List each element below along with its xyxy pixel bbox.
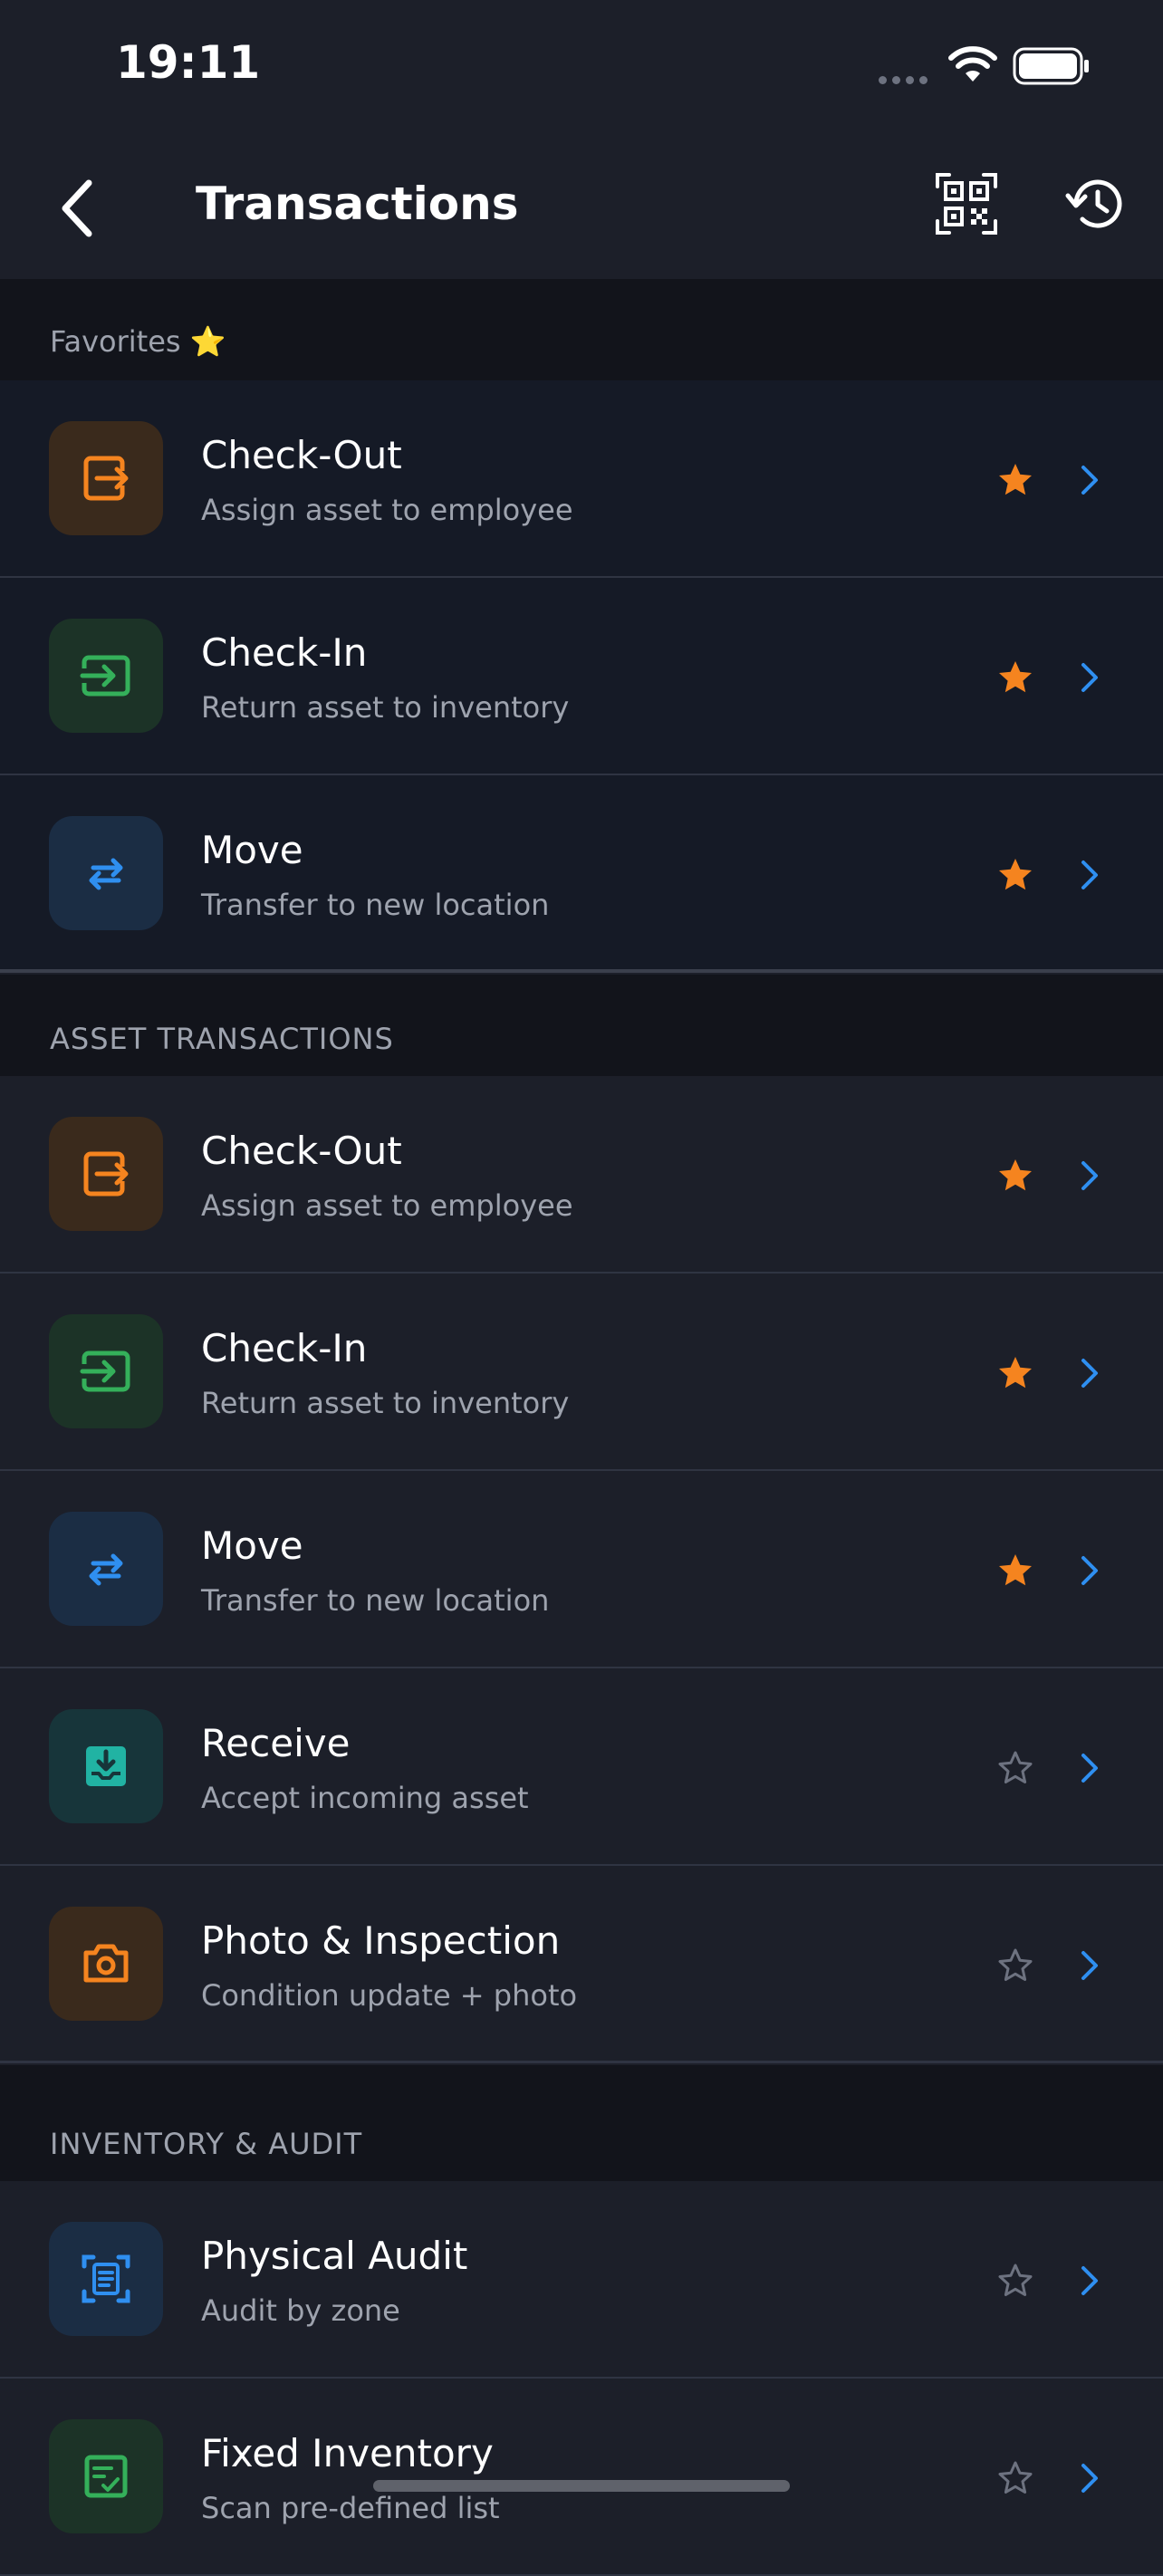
battery-icon — [1013, 47, 1089, 85]
list-item-title: Check-In — [201, 630, 368, 675]
qr-code-scan-icon[interactable] — [935, 172, 998, 235]
list-item-check-out[interactable]: Check-Out Assign asset to employee — [0, 1076, 1163, 1274]
status-time: 19:11 — [116, 36, 261, 89]
list-item-title: Receive — [201, 1721, 351, 1765]
history-icon[interactable] — [1065, 172, 1129, 235]
list-item-subtitle: Accept incoming asset — [201, 1781, 529, 1815]
list-item-check-in[interactable]: Check-In Return asset to inventory — [0, 1274, 1163, 1471]
nav-header: Transactions — [0, 136, 1163, 279]
list-item-photo-inspection[interactable]: Photo & Inspection Condition update + ph… — [0, 1866, 1163, 2063]
list-item-check-out[interactable]: Check-Out Assign asset to employee — [0, 380, 1163, 578]
list-item-fixed-inventory[interactable]: Fixed Inventory Scan pre-defined list — [0, 2379, 1163, 2576]
back-chevron-icon[interactable] — [51, 174, 105, 243]
chevron-right-icon — [1081, 466, 1098, 495]
list-item-move[interactable]: Move Transfer to new location — [0, 1471, 1163, 1668]
list-item-title: Move — [201, 828, 303, 872]
list-item-title: Check-In — [201, 1326, 368, 1370]
list-item-title: Check-Out — [201, 433, 402, 477]
star-filled-icon[interactable] — [996, 1354, 1034, 1392]
check-out-icon — [49, 421, 163, 535]
star-outline-icon[interactable] — [996, 2262, 1034, 2300]
chevron-right-icon — [1081, 1556, 1098, 1585]
list-item-subtitle: Transfer to new location — [201, 888, 550, 922]
chevron-right-icon — [1081, 2464, 1098, 2493]
list-item-subtitle: Transfer to new location — [201, 1583, 550, 1618]
list-item-receive[interactable]: Receive Accept incoming asset — [0, 1668, 1163, 1866]
chevron-right-icon — [1081, 1951, 1098, 1980]
chevron-right-icon — [1081, 1359, 1098, 1388]
list-item-physical-audit[interactable]: Physical Audit Audit by zone — [0, 2181, 1163, 2379]
star-outline-icon[interactable] — [996, 1749, 1034, 1787]
list-item-title: Fixed Inventory — [201, 2431, 494, 2475]
chevron-right-icon — [1081, 663, 1098, 692]
checklist-icon — [49, 2419, 163, 2533]
list-item-subtitle: Assign asset to employee — [201, 493, 573, 527]
list-item-subtitle: Audit by zone — [201, 2293, 400, 2328]
home-indicator[interactable] — [373, 2480, 790, 2492]
check-out-icon — [49, 1117, 163, 1231]
star-filled-icon[interactable] — [996, 856, 1034, 894]
check-in-icon — [49, 619, 163, 733]
chevron-right-icon — [1081, 860, 1098, 889]
star-filled-icon[interactable] — [996, 1552, 1034, 1590]
list-item-subtitle: Assign asset to employee — [201, 1188, 573, 1223]
list-item-subtitle: Return asset to inventory — [201, 690, 570, 725]
list-item-title: Check-Out — [201, 1129, 402, 1173]
section-header-asset-transactions: ASSET TRANSACTIONS — [0, 975, 1163, 1076]
cellular-signal-icon — [879, 71, 933, 88]
chevron-right-icon — [1081, 1161, 1098, 1190]
star-filled-icon[interactable] — [996, 1157, 1034, 1195]
chevron-right-icon — [1081, 2266, 1098, 2295]
check-in-icon — [49, 1314, 163, 1428]
chevron-right-icon — [1081, 1754, 1098, 1783]
list-item-move[interactable]: Move Transfer to new location — [0, 775, 1163, 973]
camera-icon — [49, 1907, 163, 2021]
move-arrows-icon — [49, 1512, 163, 1626]
list-item-subtitle: Condition update + photo — [201, 1978, 578, 2013]
list-item-title: Photo & Inspection — [201, 1918, 561, 1963]
page-title: Transactions — [196, 178, 519, 230]
list-item-check-in[interactable]: Check-In Return asset to inventory — [0, 578, 1163, 775]
star-filled-icon[interactable] — [996, 658, 1034, 697]
star-outline-icon[interactable] — [996, 1946, 1034, 1985]
list-item-title: Physical Audit — [201, 2234, 468, 2278]
list-item-subtitle: Return asset to inventory — [201, 1386, 570, 1420]
status-bar: 19:11 — [0, 0, 1163, 136]
star-filled-icon[interactable] — [996, 461, 1034, 499]
wifi-icon — [948, 46, 997, 82]
list-item-subtitle: Scan pre-defined list — [201, 2491, 500, 2525]
move-arrows-icon — [49, 816, 163, 930]
star-outline-icon[interactable] — [996, 2459, 1034, 2497]
receive-inbox-icon — [49, 1709, 163, 1823]
section-header-favorites: Favorites ⭐ — [0, 279, 1163, 380]
section-header-inventory-audit: INVENTORY & AUDIT — [0, 2065, 1163, 2181]
audit-scan-icon — [49, 2222, 163, 2336]
list-item-title: Move — [201, 1523, 303, 1568]
